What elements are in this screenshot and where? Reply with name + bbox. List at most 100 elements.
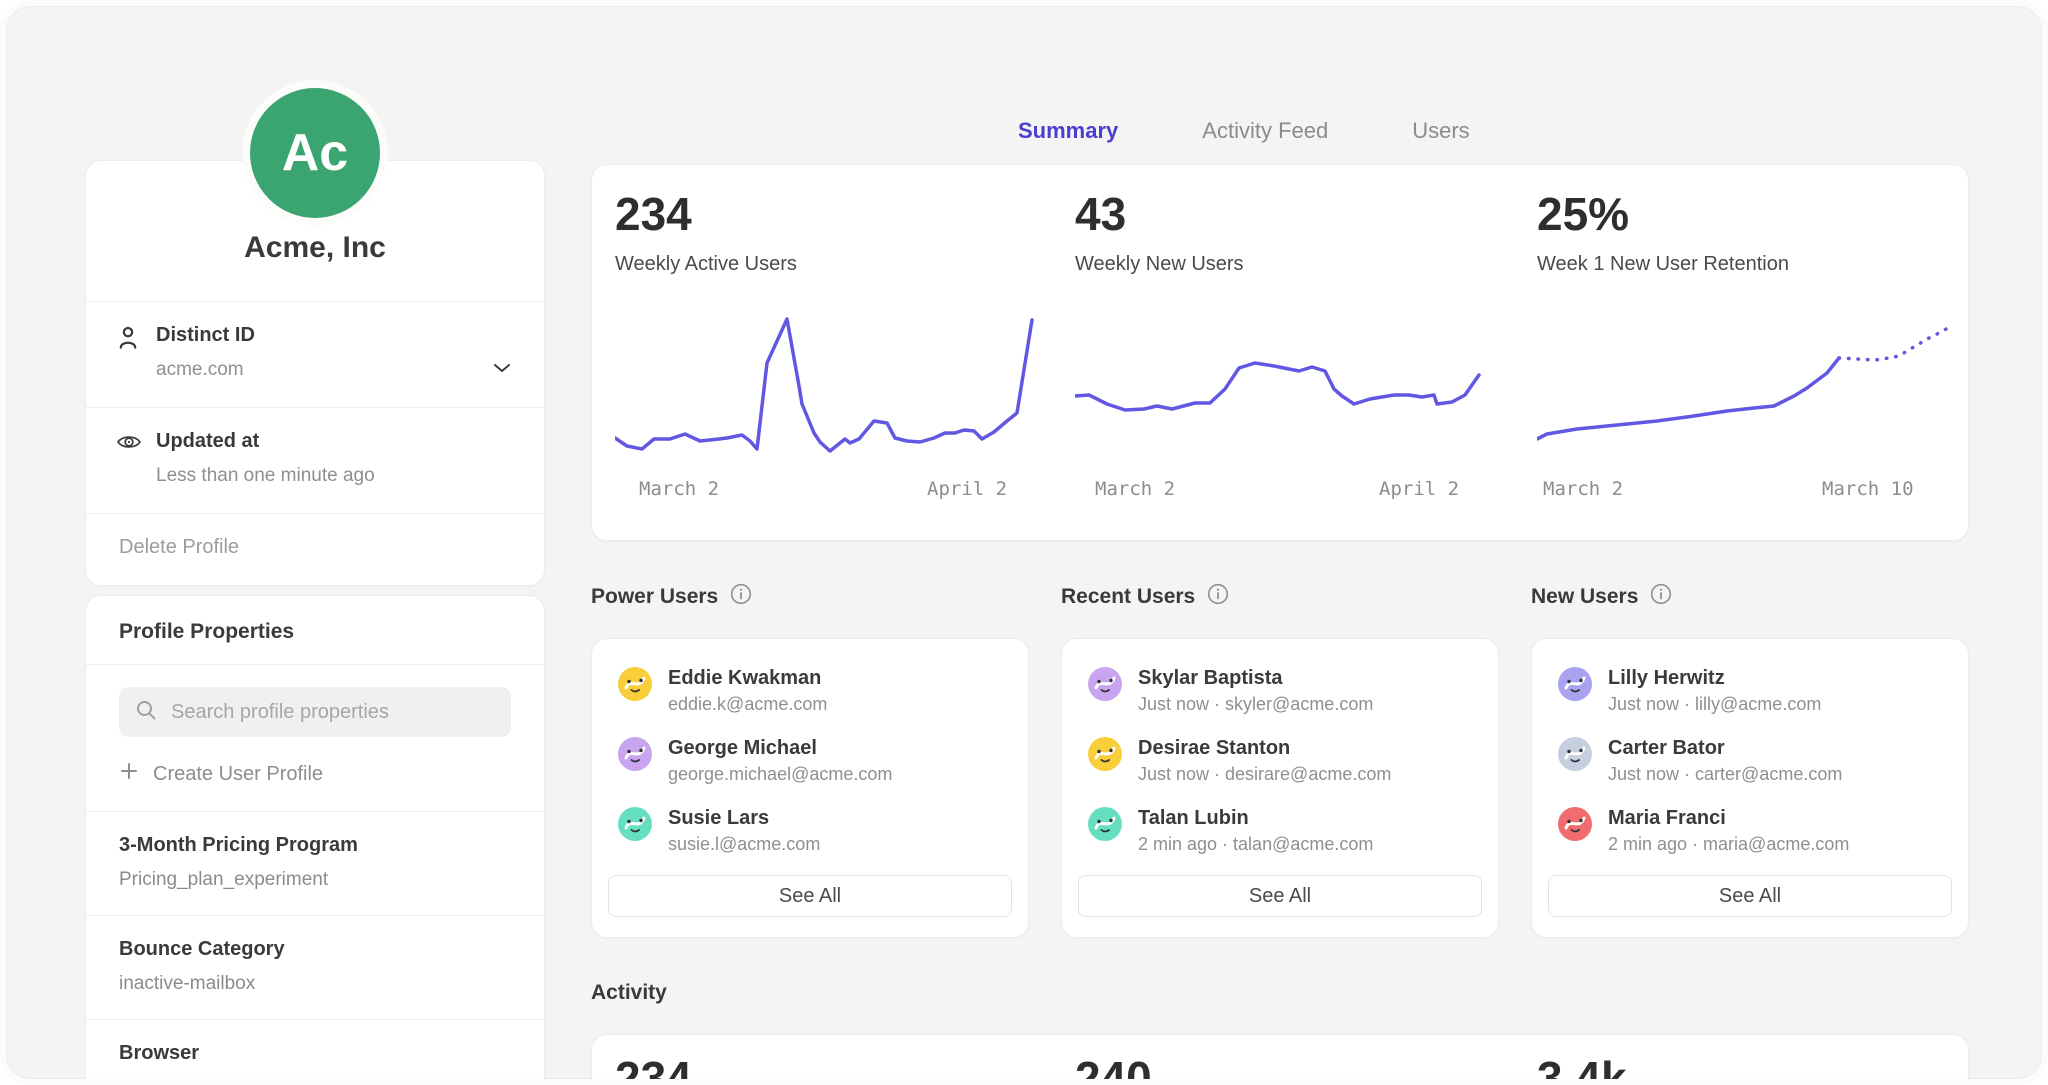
property-value: Pricing_plan_experiment (119, 869, 511, 891)
updated-at-value: Less than one minute ago (156, 465, 511, 487)
weekly-active-users-chart (615, 306, 1035, 466)
weekly-new-users-chart (1075, 306, 1495, 466)
user-subtext: Just now · desirare@acme.com (1138, 764, 1391, 785)
user-avatar (1088, 667, 1122, 701)
user-avatar (1088, 807, 1122, 841)
profile-properties-title: Profile Properties (86, 596, 544, 664)
user-row[interactable]: Eddie Kwakman eddie.k@acme.com (618, 667, 1002, 715)
see-all-button[interactable]: See All (1548, 875, 1952, 917)
search-icon (135, 699, 157, 726)
main-content: Summary Activity Feed Users 234 Weekly A… (591, 6, 1969, 1085)
property-name: Bounce Category (119, 938, 511, 961)
stat-label: Week 1 New User Retention (1537, 253, 1957, 276)
user-subtext: george.michael@acme.com (668, 764, 892, 785)
user-row[interactable]: Skylar Baptista Just now · skyler@acme.c… (1088, 667, 1472, 715)
info-icon[interactable] (1650, 583, 1672, 611)
user-name: Talan Lubin (1138, 807, 1373, 829)
user-row[interactable]: Carter Bator Just now · carter@acme.com (1558, 737, 1942, 785)
user-subtext: eddie.k@acme.com (668, 694, 827, 715)
summary-stats-card: 234 Weekly Active Users March 2 April 2 … (591, 164, 1969, 541)
new-users-card: Lilly Herwitz Just now · lilly@acme.com … (1531, 638, 1969, 938)
stat-label: Weekly New Users (1075, 253, 1495, 276)
property-value: Chrome (119, 1077, 511, 1085)
user-subtext: susie.l@acme.com (668, 834, 820, 855)
tab-users[interactable]: Users (1412, 118, 1469, 144)
divider (86, 664, 544, 665)
eye-icon (116, 432, 142, 457)
x-axis-tick: April 2 (1379, 478, 1459, 500)
person-icon (116, 326, 140, 355)
user-row[interactable]: Susie Lars susie.l@acme.com (618, 807, 1002, 855)
app-frame: Ac Acme, Inc Distinct ID acme.com (0, 0, 2048, 1085)
power-users-title: Power Users (591, 583, 752, 611)
section-title-label: Recent Users (1061, 585, 1195, 609)
stat-label: Weekly Active Users (615, 253, 1035, 276)
profile-properties-search[interactable] (119, 687, 511, 737)
recent-users-title: Recent Users (1061, 583, 1229, 611)
property-row-bounce-category[interactable]: Bounce Category inactive-mailbox (86, 915, 544, 1019)
activity-card: 234 240 3.4k (591, 1034, 1969, 1085)
updated-at-row: Updated at Less than one minute ago (86, 407, 544, 513)
profile-properties-card: Profile Properties Cr (85, 595, 545, 1085)
stat-value: 25% (1537, 191, 1957, 237)
info-icon[interactable] (730, 583, 752, 611)
user-avatar (618, 737, 652, 771)
tab-activity-feed[interactable]: Activity Feed (1202, 118, 1328, 144)
new-users-title: New Users (1531, 583, 1672, 611)
user-subtext: Just now · carter@acme.com (1608, 764, 1842, 785)
distinct-id-row[interactable]: Distinct ID acme.com (86, 301, 544, 407)
section-title-label: Power Users (591, 585, 718, 609)
stat-weekly-active-users: 234 Weekly Active Users March 2 April 2 (615, 165, 1035, 504)
stat-week1-retention: 25% Week 1 New User Retention March 2 Ma… (1537, 165, 1957, 504)
user-name: Carter Bator (1608, 737, 1842, 759)
user-name: Maria Franci (1608, 807, 1849, 829)
see-all-button[interactable]: See All (608, 875, 1012, 917)
user-row[interactable]: Talan Lubin 2 min ago · talan@acme.com (1088, 807, 1472, 855)
property-value: inactive-mailbox (119, 973, 511, 995)
x-axis-tick: March 2 (639, 478, 719, 500)
user-avatar (618, 807, 652, 841)
x-axis-tick: April 2 (927, 478, 1007, 500)
user-row[interactable]: George Michael george.michael@acme.com (618, 737, 1002, 785)
create-user-profile-label: Create User Profile (153, 763, 323, 786)
x-axis-tick: March 10 (1822, 478, 1914, 500)
property-row-pricing-program[interactable]: 3-Month Pricing Program Pricing_plan_exp… (86, 811, 544, 915)
user-row[interactable]: Maria Franci 2 min ago · maria@acme.com (1558, 807, 1942, 855)
user-avatar (1558, 807, 1592, 841)
section-title-label: New Users (1531, 585, 1638, 609)
user-subtext: Just now · skyler@acme.com (1138, 694, 1373, 715)
user-name: Eddie Kwakman (668, 667, 827, 689)
stat-weekly-new-users: 43 Weekly New Users March 2 April 2 (1075, 165, 1495, 504)
tab-summary[interactable]: Summary (1018, 118, 1118, 144)
tab-bar: Summary Activity Feed Users (1018, 118, 1470, 144)
user-name: George Michael (668, 737, 892, 759)
see-all-button[interactable]: See All (1078, 875, 1482, 917)
company-avatar: Ac (242, 80, 388, 226)
distinct-id-label: Distinct ID (156, 324, 511, 347)
plus-icon (119, 761, 139, 787)
user-avatar (618, 667, 652, 701)
user-subtext: 2 min ago · maria@acme.com (1608, 834, 1849, 855)
property-row-browser[interactable]: Browser Chrome (86, 1019, 544, 1085)
property-name: 3-Month Pricing Program (119, 834, 511, 857)
activity-section-title: Activity (591, 981, 667, 1005)
stat-value: 43 (1075, 191, 1495, 237)
user-subtext: 2 min ago · talan@acme.com (1138, 834, 1373, 855)
user-avatar (1088, 737, 1122, 771)
create-user-profile-button[interactable]: Create User Profile (86, 747, 544, 811)
info-icon[interactable] (1207, 583, 1229, 611)
delete-profile-button[interactable]: Delete Profile (86, 513, 544, 585)
user-row[interactable]: Desirae Stanton Just now · desirare@acme… (1088, 737, 1472, 785)
user-avatar (1558, 737, 1592, 771)
search-input[interactable] (169, 700, 495, 725)
activity-stat-value: 3.4k (1537, 1055, 1627, 1085)
power-users-card: Eddie Kwakman eddie.k@acme.com George Mi… (591, 638, 1029, 938)
user-name: Skylar Baptista (1138, 667, 1373, 689)
recent-users-card: Skylar Baptista Just now · skyler@acme.c… (1061, 638, 1499, 938)
user-name: Desirae Stanton (1138, 737, 1391, 759)
user-row[interactable]: Lilly Herwitz Just now · lilly@acme.com (1558, 667, 1942, 715)
activity-stat-value: 234 (615, 1055, 692, 1085)
distinct-id-value: acme.com (156, 359, 511, 381)
user-name: Susie Lars (668, 807, 820, 829)
x-axis: March 2 March 10 (1537, 478, 1957, 504)
